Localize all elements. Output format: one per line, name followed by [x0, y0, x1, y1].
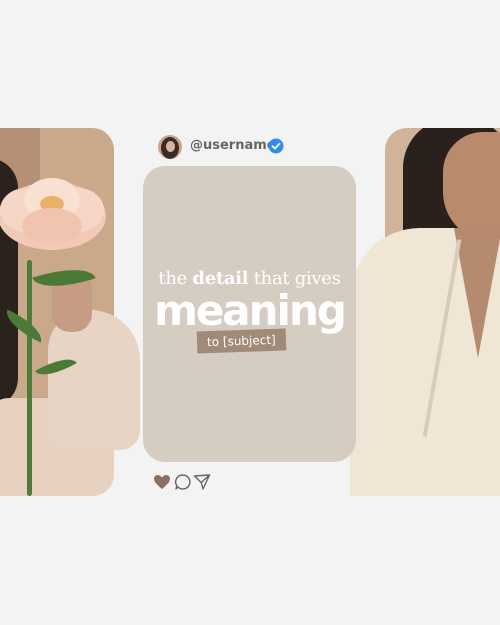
heart-icon[interactable] — [153, 473, 171, 491]
username[interactable]: @username — [190, 138, 276, 153]
avatar[interactable] — [158, 135, 182, 159]
peony-flower-icon — [0, 178, 106, 250]
blazer-lapel — [422, 239, 462, 437]
comment-icon[interactable] — [174, 473, 192, 491]
left-photo-arm — [48, 310, 140, 450]
flower-stem — [27, 260, 32, 496]
subject-tag: to [subject] — [196, 328, 287, 354]
headline-big-word: meaning — [154, 286, 347, 335]
blazer-neckline — [454, 228, 500, 358]
share-icon[interactable] — [193, 473, 211, 491]
avatar-face — [166, 141, 175, 152]
verified-badge-icon — [268, 138, 284, 154]
right-photo-blazer — [350, 228, 500, 496]
